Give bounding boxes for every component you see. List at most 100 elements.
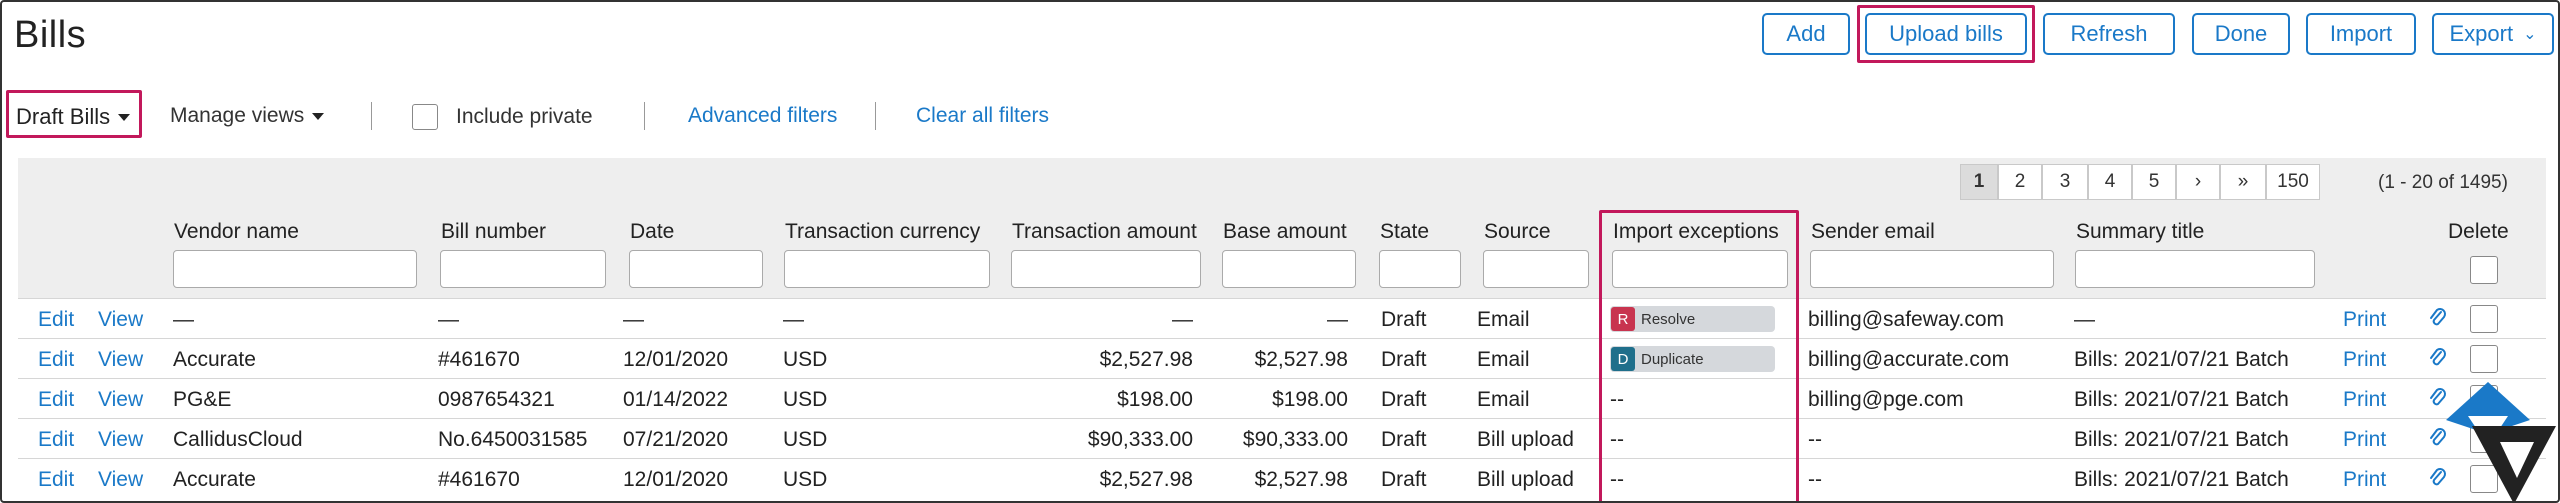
column-header-state[interactable]: State [1380,220,1429,244]
include-private-toggle[interactable]: Include private [412,104,593,130]
delete-checkbox[interactable] [2470,345,2498,373]
edit-link[interactable]: Edit [38,348,74,372]
vendor-cell: — [173,308,194,331]
page-5-button[interactable]: 5 [2132,164,2176,200]
view-link[interactable]: View [98,308,143,332]
currency-cell: USD [783,348,828,371]
summary-title-cell: Bills: 2021/07/21 Batch [2074,428,2289,451]
view-link[interactable]: View [98,468,143,492]
clear-all-filters-link[interactable]: Clear all filters [916,104,1049,128]
import-button[interactable]: Import [2306,13,2416,55]
manage-views-dropdown[interactable]: Manage views [170,104,325,128]
column-header-transaction-amount[interactable]: Transaction amount [1012,220,1197,244]
view-selector[interactable]: Draft Bills [16,104,131,130]
transaction-amount-cell: $2,527.98 [1099,348,1193,371]
base-amount-cell: $198.00 [1272,388,1348,411]
done-button[interactable]: Done [2192,13,2290,55]
bills-page: Bills Add Upload bills Refresh Done Impo… [0,0,2560,503]
column-header-date[interactable]: Date [630,220,674,244]
paperclip-icon[interactable] [2428,307,2448,331]
view-link[interactable]: View [98,428,143,452]
add-button[interactable]: Add [1762,13,1850,55]
column-header-sender-email[interactable]: Sender email [1811,220,1935,244]
duplicate-letter-icon: D [1611,347,1635,371]
edit-link[interactable]: Edit [38,468,74,492]
bill-number-filter-input[interactable] [440,250,606,288]
delete-checkbox[interactable] [2470,305,2498,333]
upload-bills-button[interactable]: Upload bills [1865,13,2027,55]
state-filter-input[interactable] [1379,250,1461,288]
next-page-button[interactable]: › [2176,164,2220,200]
caret-down-icon [118,113,131,121]
summary-title-filter-input[interactable] [2075,250,2315,288]
export-button[interactable]: Export ⌄ [2432,13,2554,55]
bill-number-cell: #461670 [438,348,520,371]
edit-link[interactable]: Edit [38,388,74,412]
source-filter-input[interactable] [1483,250,1589,288]
print-link[interactable]: Print [2343,348,2386,372]
currency-cell: — [783,308,804,331]
sender-email-cell: billing@safeway.com [1808,308,2005,331]
table-row: Edit View Accurate #461670 12/01/2020 US… [18,338,2546,378]
table-row: Edit View CallidusCloud No.6450031585 07… [18,418,2546,458]
column-header-vendor-name[interactable]: Vendor name [174,220,299,244]
sender-email-cell: -- [1808,468,1822,491]
print-link[interactable]: Print [2343,308,2386,332]
page-3-button[interactable]: 3 [2042,164,2088,200]
column-header-import-exceptions[interactable]: Import exceptions [1613,220,1779,244]
include-private-label: Include private [456,105,593,128]
source-cell: Bill upload [1477,428,1574,451]
edit-link[interactable]: Edit [38,428,74,452]
last-page-button[interactable]: » [2220,164,2266,200]
duplicate-exception-badge[interactable]: D Duplicate [1610,346,1775,372]
advanced-filters-link[interactable]: Advanced filters [688,104,837,128]
column-header-bill-number[interactable]: Bill number [441,220,546,244]
print-link[interactable]: Print [2343,428,2386,452]
page-150-button[interactable]: 150 [2266,164,2320,200]
page-4-button[interactable]: 4 [2088,164,2132,200]
resolve-letter-icon: R [1611,307,1635,331]
column-header-transaction-currency[interactable]: Transaction currency [785,220,980,244]
view-link[interactable]: View [98,348,143,372]
separator [644,102,645,130]
vendor-cell: CallidusCloud [173,428,303,451]
filter-bar: Draft Bills Manage views Include private… [2,70,2558,158]
state-cell: Draft [1381,388,1427,411]
refresh-button[interactable]: Refresh [2043,13,2175,55]
base-amount-filter-input[interactable] [1222,250,1356,288]
column-header-summary-title[interactable]: Summary title [2076,220,2204,244]
view-link[interactable]: View [98,388,143,412]
base-amount-cell: — [1327,308,1348,331]
bill-number-cell: — [438,308,459,331]
sender-email-cell: billing@pge.com [1808,388,1964,411]
source-cell: Email [1477,308,1530,331]
paperclip-icon[interactable] [2428,347,2448,371]
include-private-checkbox[interactable] [412,104,438,130]
caret-down-icon [312,112,325,120]
chevron-down-icon: ⌄ [2523,26,2537,43]
manage-views-label: Manage views [170,104,305,127]
print-link[interactable]: Print [2343,468,2386,492]
currency-cell: USD [783,388,828,411]
transaction-amount-filter-input[interactable] [1011,250,1201,288]
print-link[interactable]: Print [2343,388,2386,412]
column-header-base-amount[interactable]: Base amount [1223,220,1347,244]
sender-email-filter-input[interactable] [1810,250,2054,288]
date-cell: 07/21/2020 [623,428,729,451]
import-exceptions-filter-input[interactable] [1612,250,1788,288]
page-1-button[interactable]: 1 [1960,164,1998,200]
date-filter-input[interactable] [629,250,763,288]
transaction-currency-filter-input[interactable] [784,250,990,288]
resolve-exception-badge[interactable]: R Resolve [1610,306,1775,332]
summary-title-cell: Bills: 2021/07/21 Batch [2074,348,2289,371]
transaction-amount-cell: — [1172,308,1193,331]
select-all-delete-checkbox[interactable] [2470,256,2498,284]
edit-link[interactable]: Edit [38,308,74,332]
date-cell: 12/01/2020 [623,468,729,491]
vendor-cell: Accurate [173,348,256,371]
exception-label: Resolve [1641,310,1696,328]
page-2-button[interactable]: 2 [1998,164,2042,200]
column-header-source[interactable]: Source [1484,220,1551,244]
vendor-name-filter-input[interactable] [173,250,417,288]
source-cell: Email [1477,348,1530,371]
